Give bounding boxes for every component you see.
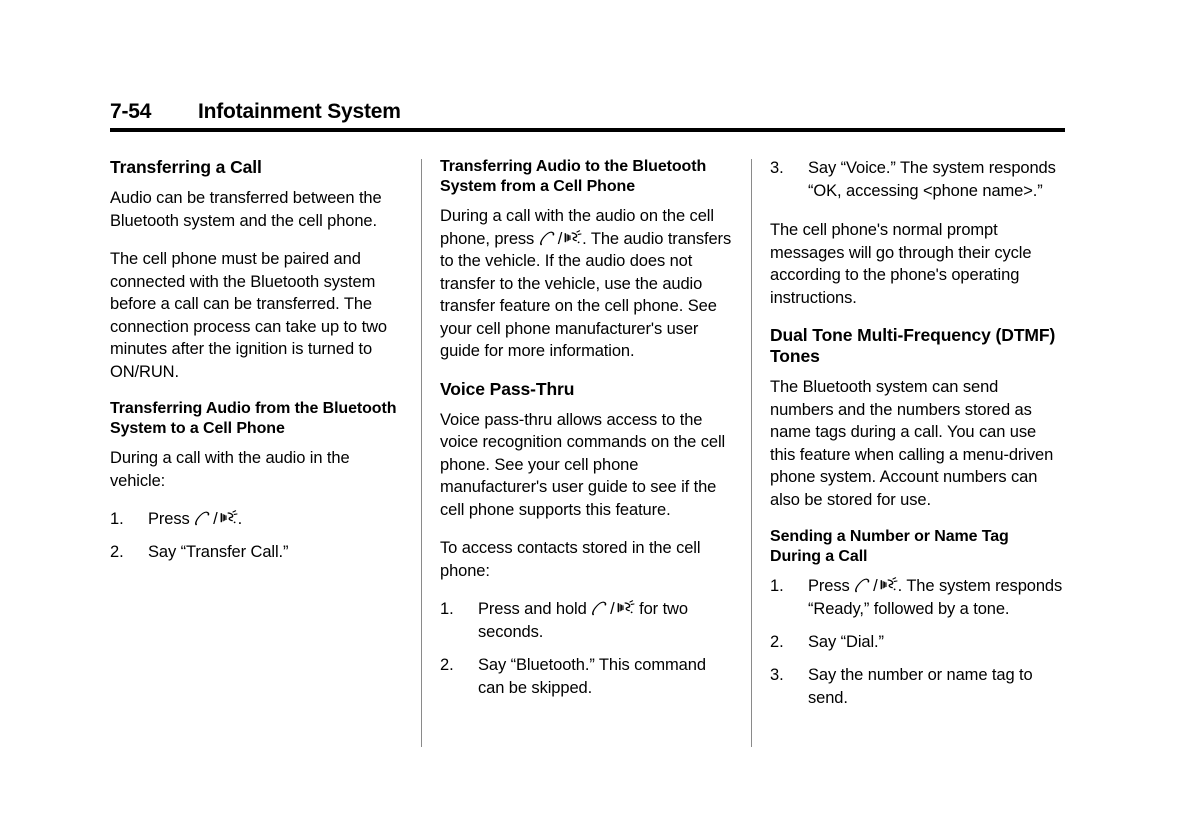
sub-heading: Sending a Number or Name Tag During a Ca… <box>770 528 1009 565</box>
phone-handset-icon <box>854 578 871 593</box>
step-text-before-icons: Press <box>808 577 855 595</box>
sub-heading: Transferring Audio to the Bluetooth Syst… <box>440 158 707 195</box>
numbered-step: 1. Press /. The system responds “Ready,” … <box>770 575 1064 621</box>
step-number: 1. <box>770 577 784 595</box>
phone-handset-icon <box>539 231 556 246</box>
step-text-before-icons: Say “Transfer Call.” <box>148 543 289 561</box>
body-paragraph: The cell phone's normal prompt messages … <box>770 221 1032 307</box>
icon-separator: / <box>557 229 563 248</box>
icon-separator: / <box>610 600 615 618</box>
phone-voice-icon-pair: / <box>194 510 238 528</box>
voice-recognition-icon <box>880 577 898 593</box>
text-column-1: Transferring a Call Audio can be transfer… <box>110 157 404 757</box>
step-number: 2. <box>770 633 784 651</box>
header-rule <box>110 128 1065 132</box>
body-paragraph: During a call with the audio in the vehi… <box>110 449 350 490</box>
voice-recognition-icon <box>617 600 635 616</box>
step-number: 1. <box>440 600 454 618</box>
step-number: 3. <box>770 666 784 684</box>
column-gap-2 <box>734 157 770 757</box>
numbered-step: 2. Say “Dial.” <box>770 631 1064 654</box>
body-paragraph: The Bluetooth system can send numbers an… <box>770 378 1054 509</box>
step-number: 1. <box>110 510 124 528</box>
step-text-before-icons: Say the number or name tag to send. <box>808 666 1033 707</box>
numbered-step-list: 1. Press /. The system responds “Ready,” … <box>770 575 1064 710</box>
numbered-step: 3. Say “Voice.” The system responds “OK, … <box>770 157 1064 203</box>
icon-separator: / <box>873 577 878 595</box>
paragraph-text-after-icons: . The audio transfers to the vehicle. If… <box>440 229 732 361</box>
column-divider-2 <box>751 159 752 747</box>
numbered-step-list: 1. Press and hold / for two seconds. 2. Say… <box>440 598 734 700</box>
content-columns: Transferring a Call Audio can be transfer… <box>110 157 1068 757</box>
page-header: 7-54 Infotainment System <box>110 100 1065 132</box>
page-number: 7-54 <box>110 100 152 123</box>
phone-voice-icon-pair: / <box>591 600 635 618</box>
body-paragraph: The cell phone must be paired and connec… <box>110 250 387 381</box>
step-text-before-icons: Press and hold <box>478 600 592 618</box>
numbered-step: 3. Say the number or name tag to send. <box>770 664 1064 710</box>
step-text-before-icons: Say “Voice.” The system responds “OK, ac… <box>808 159 1056 200</box>
header-row: 7-54 Infotainment System <box>110 100 1065 124</box>
column-gap-1 <box>404 157 440 757</box>
sub-heading: Transferring Audio from the Bluetooth Sy… <box>110 400 397 437</box>
body-paragraph: Audio can be transferred between the Blu… <box>110 189 382 230</box>
phone-handset-icon <box>194 511 211 526</box>
page-title: Infotainment System <box>198 100 401 123</box>
step-number: 2. <box>110 543 124 561</box>
section-heading: Transferring a Call <box>110 157 262 177</box>
manual-page: 7-54 Infotainment System Transferring a … <box>0 0 1200 840</box>
text-column-2: Transferring Audio to the Bluetooth Syst… <box>440 157 734 757</box>
voice-recognition-icon <box>220 510 238 526</box>
numbered-step: 1. Press and hold / for two seconds. <box>440 598 734 644</box>
step-text-before-icons: Press <box>148 510 195 528</box>
voice-recognition-icon <box>564 229 582 246</box>
step-text-before-icons: Say “Dial.” <box>808 633 884 651</box>
numbered-step-list: 1. Press /. 2. Say “Transfer Call.” <box>110 508 404 564</box>
step-text-before-icons: Say “Bluetooth.” This command can be ski… <box>478 656 706 697</box>
body-paragraph: To access contacts stored in the cell ph… <box>440 539 701 580</box>
phone-voice-icon-pair: / <box>854 577 898 595</box>
column-divider-1 <box>421 159 422 747</box>
step-text-after-icons: . <box>237 510 243 528</box>
numbered-step: 2. Say “Bluetooth.” This command can be s… <box>440 654 734 700</box>
step-number: 2. <box>440 656 454 674</box>
body-paragraph: During a call with the audio on the cell… <box>440 205 734 363</box>
phone-voice-icon-pair: / <box>539 230 582 248</box>
step-number: 3. <box>770 159 784 177</box>
phone-handset-icon <box>591 601 608 616</box>
numbered-step: 1. Press /. <box>110 508 404 531</box>
numbered-step-list: 3. Say “Voice.” The system responds “OK, … <box>770 157 1064 203</box>
section-heading: Dual Tone Multi-Frequency (DTMF) Tones <box>770 325 1056 366</box>
text-column-3: 3. Say “Voice.” The system responds “OK, … <box>770 157 1064 757</box>
body-paragraph: Voice pass-thru allows access to the voi… <box>440 410 726 519</box>
icon-separator: / <box>213 510 218 528</box>
numbered-step: 2. Say “Transfer Call.” <box>110 541 404 564</box>
section-heading: Voice Pass-Thru <box>440 378 575 399</box>
